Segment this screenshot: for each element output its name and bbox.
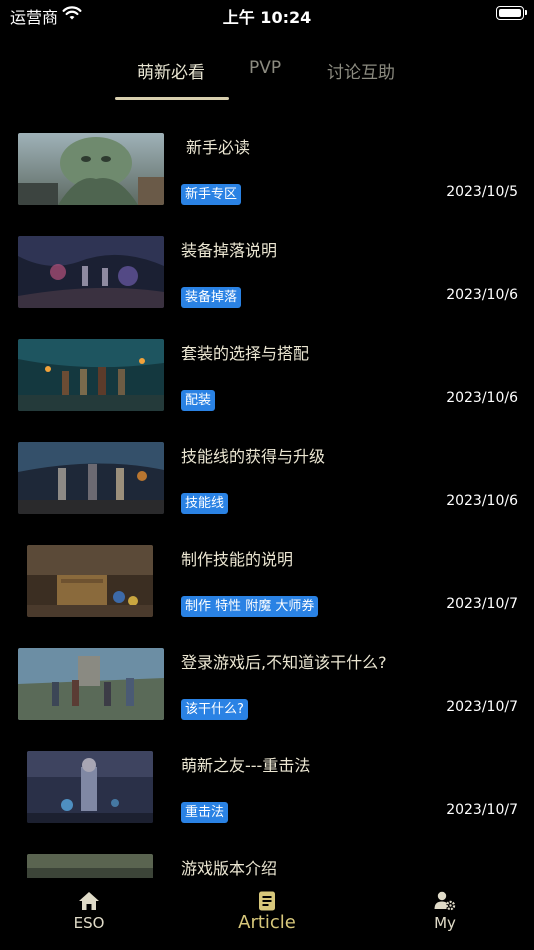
article-date: 2023/10/6	[446, 493, 518, 509]
article-date: 2023/10/5	[446, 184, 518, 200]
article-title: 装备掉落说明	[181, 241, 278, 260]
article-title: 技能线的获得与升级	[181, 447, 326, 466]
status-bar: 运营商 上午 10:24	[0, 0, 534, 28]
article-thumbnail	[18, 339, 164, 411]
article-thumbnail	[18, 648, 164, 720]
article-item[interactable]: 套装的选择与搭配 配装 2023/10/6	[0, 326, 534, 429]
user-settings-icon	[434, 891, 456, 911]
article-item[interactable]: 新手必读 新手专区 2023/10/5	[0, 120, 534, 223]
article-title: 新手必读	[186, 138, 251, 157]
nav-article[interactable]: Article	[207, 890, 327, 933]
battery-icon	[496, 6, 527, 20]
category-tabs: 萌新必看 PVP 讨论互助	[0, 50, 534, 102]
article-item[interactable]: 萌新之友---重击法 重击法 2023/10/7	[0, 738, 534, 841]
article-item[interactable]: 制作技能的说明 制作 特性 附魔 大师券 2023/10/7	[0, 532, 534, 635]
article-thumbnail	[18, 442, 164, 514]
nav-eso-label: ESO	[73, 914, 105, 932]
article-item[interactable]: 登录游戏后,不知道该干什么? 该干什么? 2023/10/7	[0, 635, 534, 738]
tab-beginner-guide[interactable]: 萌新必看	[137, 58, 205, 83]
article-title: 制作技能的说明	[181, 550, 294, 569]
article-date: 2023/10/6	[446, 390, 518, 406]
home-icon	[79, 892, 99, 910]
article-title: 登录游戏后,不知道该干什么?	[181, 653, 387, 672]
article-tag: 技能线	[181, 493, 229, 514]
article-icon	[259, 891, 275, 911]
article-tag: 新手专区	[181, 184, 242, 205]
article-date: 2023/10/6	[446, 287, 518, 303]
article-thumbnail	[27, 751, 153, 823]
nav-article-label: Article	[238, 912, 296, 933]
nav-eso[interactable]: ESO	[29, 890, 149, 932]
article-title: 游戏版本介绍	[181, 859, 278, 878]
article-item[interactable]: 游戏版本介绍	[0, 841, 534, 878]
article-date: 2023/10/7	[446, 596, 518, 612]
tab-pvp[interactable]: PVP	[249, 58, 281, 78]
tab-discussion[interactable]: 讨论互助	[327, 58, 395, 83]
article-thumbnail	[18, 236, 164, 308]
article-item[interactable]: 装备掉落说明 装备掉落 2023/10/6	[0, 223, 534, 326]
nav-my-label: My	[434, 914, 456, 932]
article-title: 套装的选择与搭配	[181, 344, 310, 363]
article-thumbnail	[27, 545, 153, 617]
article-tag: 重击法	[181, 802, 229, 823]
article-tag: 配装	[181, 390, 216, 411]
article-list[interactable]: 新手必读 新手专区 2023/10/5 装备掉落说明 装备掉落 2023/10/…	[0, 120, 534, 878]
active-tab-indicator	[115, 97, 229, 100]
bottom-nav: ESO Article My	[0, 878, 534, 950]
article-title: 萌新之友---重击法	[181, 756, 311, 775]
article-thumbnail	[18, 133, 164, 205]
article-thumbnail	[27, 854, 153, 878]
article-tag: 制作 特性 附魔 大师券	[181, 596, 319, 617]
nav-my[interactable]: My	[385, 890, 505, 932]
article-tag: 装备掉落	[181, 287, 242, 308]
article-item[interactable]: 技能线的获得与升级 技能线 2023/10/6	[0, 429, 534, 532]
article-date: 2023/10/7	[446, 802, 518, 818]
article-date: 2023/10/7	[446, 699, 518, 715]
clock: 上午 10:24	[222, 8, 312, 27]
article-tag: 该干什么?	[181, 699, 248, 720]
